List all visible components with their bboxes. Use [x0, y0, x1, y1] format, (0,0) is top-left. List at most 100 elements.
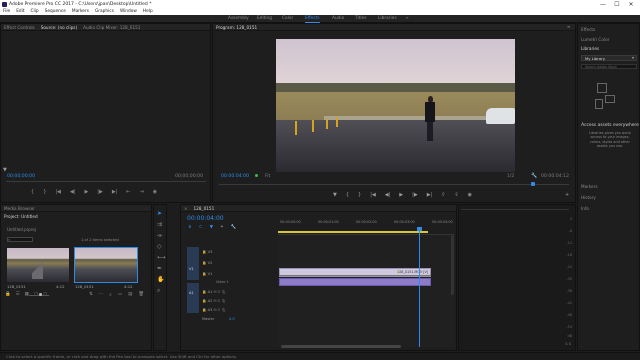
source-go-in-icon[interactable]: |◀ [55, 189, 61, 195]
program-settings-icon[interactable]: 🔧 [531, 173, 537, 179]
program-export-frame-icon[interactable]: ◉ [468, 192, 472, 198]
wrench-icon[interactable]: 🔧 [231, 225, 237, 230]
source-mark-out-icon[interactable]: } [43, 189, 46, 195]
menu-file[interactable]: File [3, 9, 10, 14]
program-go-in-icon[interactable]: |◀ [370, 192, 376, 198]
menu-edit[interactable]: Edit [16, 9, 24, 14]
program-lift-icon[interactable]: ⇧ [441, 192, 445, 198]
effects-panel-header[interactable]: Effects [581, 27, 595, 32]
lock-icon[interactable]: 🔒 [5, 292, 11, 297]
program-step-forward-icon[interactable]: |▶ [412, 192, 418, 198]
tab-project[interactable]: Project: Untitled [4, 214, 38, 219]
track-a2[interactable]: 🔒 A2 M S 🎙 [202, 299, 226, 303]
source-step-back-icon[interactable]: ◀| [70, 189, 76, 195]
tab-media-browser[interactable]: Media Browser [4, 206, 35, 211]
menu-window[interactable]: Window [120, 9, 137, 14]
sort-icon[interactable]: ⇅ [89, 292, 93, 298]
program-play-icon[interactable]: ▶ [399, 192, 403, 198]
workspace-overflow-icon[interactable]: » [406, 16, 409, 21]
linked-selection-icon[interactable]: ⊂ [199, 225, 203, 230]
workspace-audio[interactable]: Audio [332, 16, 344, 21]
workspace-editing[interactable]: Editing [257, 16, 272, 21]
add-marker-icon[interactable]: ▼ [210, 225, 213, 230]
program-mark-out-icon[interactable]: } [358, 192, 361, 198]
tab-audio-clip-mixer[interactable]: Audio Clip Mixer: 128_0151 [83, 25, 140, 30]
project-item-thumbnail-2[interactable] [74, 247, 138, 283]
program-step-back-icon[interactable]: ◀| [385, 192, 391, 198]
program-panel-menu-icon[interactable]: ≡ [567, 24, 570, 29]
razor-tool-icon[interactable]: ◇ [157, 243, 162, 250]
maximize-button[interactable]: ☐ [610, 0, 624, 8]
tab-sequence[interactable]: 128_0151 [194, 206, 215, 211]
pen-tool-icon[interactable]: ✒ [157, 265, 162, 272]
program-timecode[interactable]: 00:00:04:00 [221, 174, 249, 179]
timeline-track-area[interactable] [278, 235, 454, 347]
workspace-effects[interactable]: Effects [305, 16, 320, 23]
source-insert-icon[interactable]: ⇤ [126, 189, 130, 195]
menu-clip[interactable]: Clip [31, 9, 39, 14]
source-play-icon[interactable]: ▶ [84, 189, 88, 195]
meter-solo-buttons[interactable]: S S [565, 342, 571, 346]
workspace-libraries[interactable]: Libraries [378, 16, 397, 21]
work-area-bar[interactable] [278, 231, 428, 233]
tab-program[interactable]: Program: 128_0151 [216, 25, 257, 30]
trash-icon[interactable]: 🗑 [138, 292, 144, 298]
timeline-close-icon[interactable]: × [184, 206, 188, 211]
timeline-horizontal-scrollbar[interactable] [281, 345, 401, 348]
project-item-thumbnail-1[interactable] [7, 248, 69, 282]
hand-tool-icon[interactable]: ✋ [157, 276, 164, 283]
workspace-assembly[interactable]: Assembly [228, 16, 249, 21]
workspace-color[interactable]: Color [282, 16, 293, 21]
program-extract-icon[interactable]: ⇪ [454, 192, 458, 198]
markers-header[interactable]: Markers [581, 184, 598, 189]
timeline-ruler[interactable]: 00:00:00:00 00:00:01:00 00:00:02:00 00:0… [278, 217, 454, 235]
snap-icon[interactable]: ⋔ [188, 225, 192, 230]
source-patch-audio[interactable]: A1 [187, 283, 199, 313]
timeline-timecode[interactable]: 00:00:04:00 [187, 215, 224, 222]
program-add-button-icon[interactable]: + [565, 192, 569, 198]
program-mark-in-icon[interactable]: { [346, 192, 349, 198]
timeline-vertical-scrollbar[interactable] [451, 235, 454, 295]
thumbnail-size-handle[interactable] [39, 293, 42, 296]
program-add-marker-icon[interactable]: ▼ [333, 192, 337, 198]
libraries-header[interactable]: Libraries [581, 46, 599, 51]
track-select-tool-icon[interactable]: ⇉ [157, 221, 162, 228]
track-a3[interactable]: 🔒 A3 M S 🎙 [202, 308, 226, 312]
source-marker-icon[interactable]: ▼ [3, 167, 7, 173]
menu-sequence[interactable]: Sequence [45, 9, 66, 14]
program-fit-select[interactable]: Fit [265, 174, 270, 179]
selection-tool-icon[interactable]: ➤ [157, 210, 162, 217]
minimize-button[interactable]: — [596, 0, 610, 8]
find-icon[interactable]: ⌕ [109, 292, 112, 298]
program-scrubber[interactable] [219, 184, 569, 185]
source-overwrite-icon[interactable]: ⇥ [140, 189, 144, 195]
ripple-edit-tool-icon[interactable]: ⟛ [157, 232, 162, 240]
new-item-icon[interactable]: ▤ [128, 292, 132, 298]
info-header[interactable]: Info [581, 206, 589, 211]
tab-source[interactable]: Source: (no clips) [41, 25, 77, 30]
tab-effect-controls[interactable]: Effect Controls [4, 25, 35, 30]
project-item-name-1[interactable]: 128_0151 [7, 284, 26, 289]
source-go-out-icon[interactable]: ▶| [112, 189, 118, 195]
track-v1[interactable]: 🔒 V1 [202, 272, 212, 276]
workspace-titles[interactable]: Titles [355, 16, 366, 21]
timeline-playhead-handle[interactable] [416, 227, 422, 231]
zoom-tool-icon[interactable]: ⌕ [157, 287, 160, 295]
list-view-icon[interactable]: ☰ [16, 292, 20, 297]
menu-markers[interactable]: Markers [72, 9, 89, 14]
menu-help[interactable]: Help [143, 9, 153, 14]
program-go-out-icon[interactable]: ▶| [427, 192, 433, 198]
source-patch-video[interactable]: V1 [187, 247, 199, 280]
track-v3[interactable]: 🔒 V3 [202, 250, 212, 254]
track-v2[interactable]: 🔒 V2 [202, 261, 212, 265]
lumetri-color-header[interactable]: Lumetri Color [581, 37, 609, 42]
project-search-input[interactable] [7, 237, 33, 242]
automate-icon[interactable]: ⋯ [99, 292, 104, 298]
timeline-playhead[interactable] [418, 227, 420, 347]
menu-graphics[interactable]: Graphics [95, 9, 114, 14]
audio-clip[interactable] [279, 278, 431, 286]
project-item-name-2[interactable]: 128_0151 [75, 284, 94, 289]
track-a1[interactable]: 🔒 A1 M S 🎙 [202, 290, 226, 294]
history-header[interactable]: History [581, 195, 596, 200]
library-select[interactable]: My Library ▾ [581, 55, 637, 61]
